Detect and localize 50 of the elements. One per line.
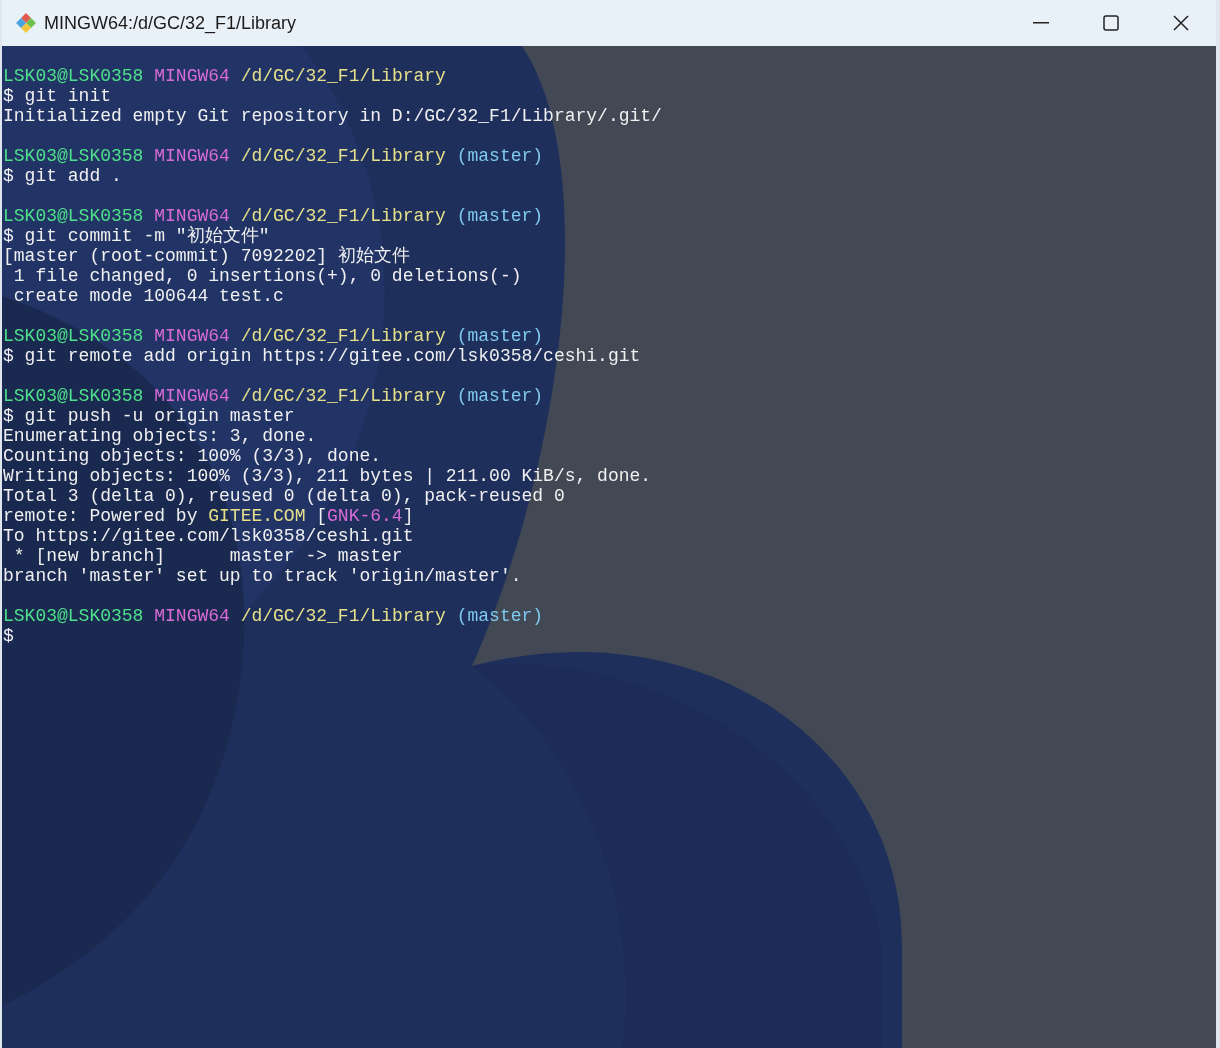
minimize-icon [1033,22,1049,24]
prompt-path: /d/GC/32_F1/Library [240,606,446,626]
window-title: MINGW64:/d/GC/32_F1/Library [44,11,297,36]
prompt-path: /d/GC/32_F1/Library [240,386,446,406]
terminal-text: Initialized empty Git repository in D:/GC/32_F1/Library/.git/ [3,106,662,126]
prompt-host: MINGW64 [154,206,230,226]
prompt-path: GITEE.COM [208,506,306,526]
app-logo-icon [14,11,38,35]
prompt-host: MINGW64 [154,606,230,626]
terminal-text: $ git add . [3,166,122,186]
prompt-path: /d/GC/32_F1/Library [240,326,446,346]
terminal-text: $ git init [3,86,112,106]
terminal-text: create mode 100644 test.c [12,286,284,306]
prompt-branch: (master) [456,386,544,406]
prompt-path: /d/GC/32_F1/Library [240,66,446,86]
terminal-text: Counting objects: 100% (3/3), done. [3,446,382,466]
terminal-text: Enumerating objects: 3, done. [3,426,317,446]
terminal-text: 1 file changed, 0 insertions(+), 0 deletions(-) [12,266,522,286]
terminal-text: $ git remote add origin https://gitee.com/lsk0358/ceshi.git [3,346,641,366]
maximize-icon [1103,15,1119,31]
prompt-branch: (master) [456,146,544,166]
prompt-user: LSK03@LSK0358 [3,386,144,406]
prompt-branch: (master) [456,606,544,626]
prompt-host: MINGW64 [154,386,230,406]
prompt-branch: (master) [456,326,544,346]
terminal-text: [master (root-commit) 7092202] 初始文件 [3,246,410,266]
terminal-text: $ git push -u origin master [3,406,295,426]
prompt-path: /d/GC/32_F1/Library [240,206,446,226]
prompt-user: LSK03@LSK0358 [3,606,144,626]
terminal-text: * [new branch] master -> master [12,546,403,566]
prompt-host: MINGW64 [154,146,230,166]
prompt-host: GNK-6.4 [327,506,403,526]
terminal-text: To https://gitee.com/lsk0358/ceshi.git [3,526,414,546]
prompt-user: LSK03@LSK0358 [3,206,144,226]
close-icon [1173,15,1189,31]
prompt-user: LSK03@LSK0358 [3,326,144,346]
prompt-path: /d/GC/32_F1/Library [240,146,446,166]
prompt-host: MINGW64 [154,66,230,86]
terminal-text: branch 'master' set up to track 'origin/master'. [3,566,522,586]
terminal-text: ] [402,506,414,526]
prompt-user: LSK03@LSK0358 [3,146,144,166]
prompt-host: MINGW64 [154,326,230,346]
terminal-text: Writing objects: 100% (3/3), 211 bytes | 211.00 KiB/s, done. [3,466,652,486]
terminal-text: $ git commit -m "初始文件" [3,226,270,246]
terminal-text: remote: Powered by [3,506,198,526]
terminal-text: Total 3 (delta 0), reused 0 (delta 0), pack-reused 0 [3,486,565,506]
prompt-user: LSK03@LSK0358 [3,66,144,86]
prompt-branch: (master) [456,206,544,226]
terminal-text: [ [316,506,328,526]
terminal-text: $ [3,626,14,646]
